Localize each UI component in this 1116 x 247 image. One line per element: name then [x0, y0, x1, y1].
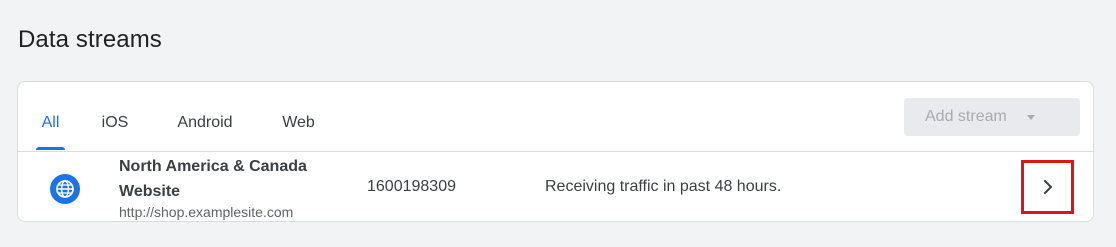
tab-all-label: All — [41, 114, 60, 131]
open-stream-button[interactable] — [1021, 160, 1074, 214]
stream-url: http://shop.examplesite.com — [119, 204, 294, 220]
dropdown-caret-icon — [1026, 114, 1035, 120]
add-stream-button[interactable]: Add stream — [904, 98, 1080, 136]
active-tab-indicator — [36, 147, 65, 150]
tab-ios-label: iOS — [101, 114, 129, 131]
tab-web[interactable]: Web — [279, 113, 318, 150]
stream-name: North America & Canada Website — [119, 158, 307, 200]
tab-ios[interactable]: iOS — [100, 113, 130, 150]
add-stream-label: Add stream — [925, 108, 1007, 125]
globe-icon — [50, 174, 80, 204]
tab-android-label: Android — [177, 114, 233, 131]
stream-status: Receiving traffic in past 48 hours. — [545, 178, 782, 195]
stream-row[interactable]: North America & Canada Website http://sh… — [18, 152, 1093, 221]
tab-android[interactable]: Android — [171, 113, 239, 150]
page-title: Data streams — [18, 26, 162, 53]
stream-id: 1600198309 — [367, 178, 456, 195]
chevron-right-icon — [1043, 179, 1052, 195]
tab-web-label: Web — [282, 114, 315, 131]
tab-all[interactable]: All — [36, 113, 65, 150]
data-streams-card: All iOS Android Web Add stream North Ame — [17, 81, 1094, 222]
